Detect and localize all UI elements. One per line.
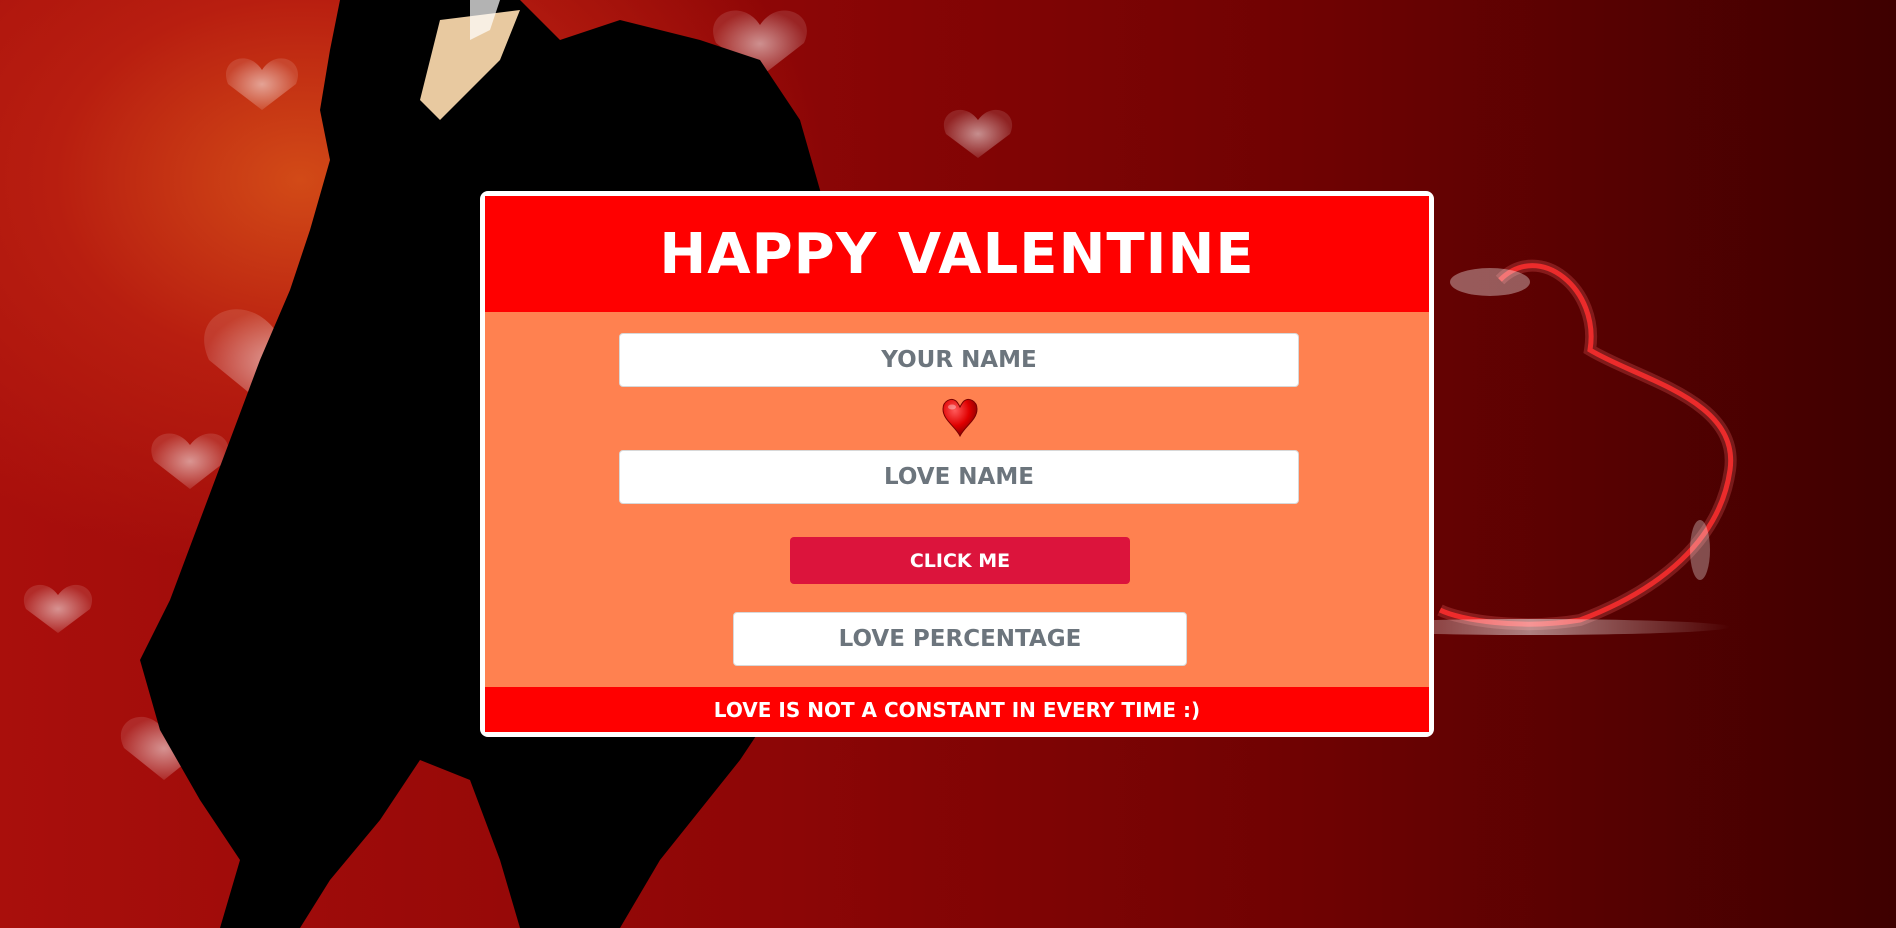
love-calculator-card: HAPPY VALENTINE CLICK M (480, 191, 1434, 737)
valentine-page: HAPPY VALENTINE CLICK M (0, 0, 1896, 928)
click-me-button[interactable]: CLICK ME (790, 537, 1130, 584)
footer-text: LOVE IS NOT A CONSTANT IN EVERY TIME :) (713, 697, 1201, 722)
bokeh-heart (225, 58, 299, 110)
love-percentage-field[interactable] (733, 612, 1187, 666)
bokeh-heart (23, 584, 93, 633)
heart-icon (942, 398, 978, 438)
card-header: HAPPY VALENTINE (485, 196, 1429, 312)
love-name-input[interactable] (619, 450, 1299, 504)
card-body: CLICK ME (485, 312, 1429, 687)
card-inner: HAPPY VALENTINE CLICK M (485, 196, 1429, 732)
page-title: HAPPY VALENTINE (659, 221, 1255, 287)
bokeh-heart (943, 109, 1013, 158)
your-name-input[interactable] (619, 333, 1299, 387)
card-footer: LOVE IS NOT A CONSTANT IN EVERY TIME :) (485, 687, 1429, 732)
